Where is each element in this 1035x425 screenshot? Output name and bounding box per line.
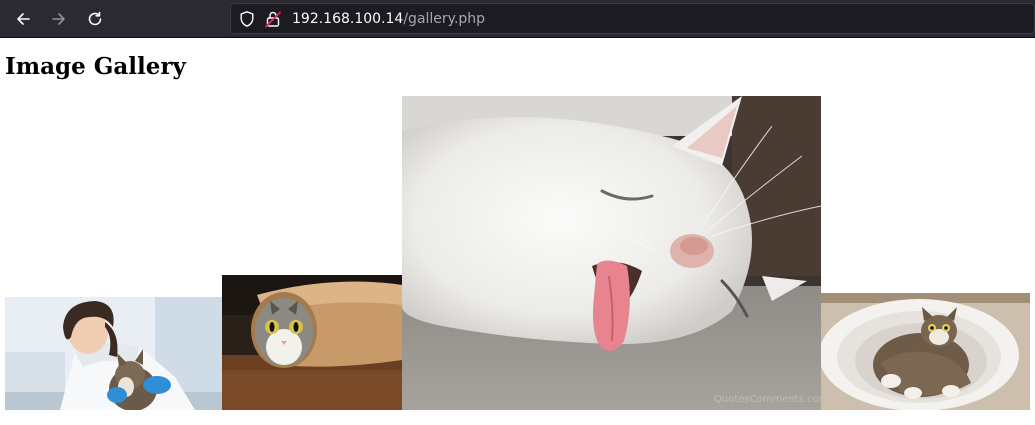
gallery-image-vet-cat[interactable] <box>5 297 222 410</box>
vet-cat-image <box>5 297 222 410</box>
forward-arrow-icon <box>52 13 65 25</box>
shield-icon[interactable] <box>238 10 256 28</box>
url-text[interactable]: 192.168.100.14/gallery.php <box>292 10 485 28</box>
paper-roll-cat-image <box>222 275 402 410</box>
browser-toolbar: 192.168.100.14/gallery.php <box>0 0 1035 38</box>
sleeping-cat-image: QuotesComments.com <box>402 96 821 410</box>
gallery-image-paper-roll-cat[interactable] <box>222 275 402 410</box>
gallery-image-sleeping-cat[interactable]: QuotesComments.com <box>402 96 821 410</box>
url-host: 192.168.100.14 <box>292 11 404 27</box>
gallery-image-toilet-cat[interactable] <box>821 293 1030 410</box>
url-path: /gallery.php <box>403 11 486 27</box>
back-arrow-icon <box>17 13 30 25</box>
reload-button[interactable] <box>83 7 107 31</box>
watermark-text: QuotesComments.com <box>714 394 821 405</box>
back-button[interactable] <box>11 7 35 31</box>
reload-icon <box>88 11 102 26</box>
url-bar[interactable]: 192.168.100.14/gallery.php <box>230 3 1035 34</box>
insecure-lock-icon[interactable] <box>264 10 282 28</box>
page-title: Image Gallery <box>5 53 186 80</box>
toilet-cat-image <box>821 293 1030 410</box>
forward-button[interactable] <box>47 7 71 31</box>
